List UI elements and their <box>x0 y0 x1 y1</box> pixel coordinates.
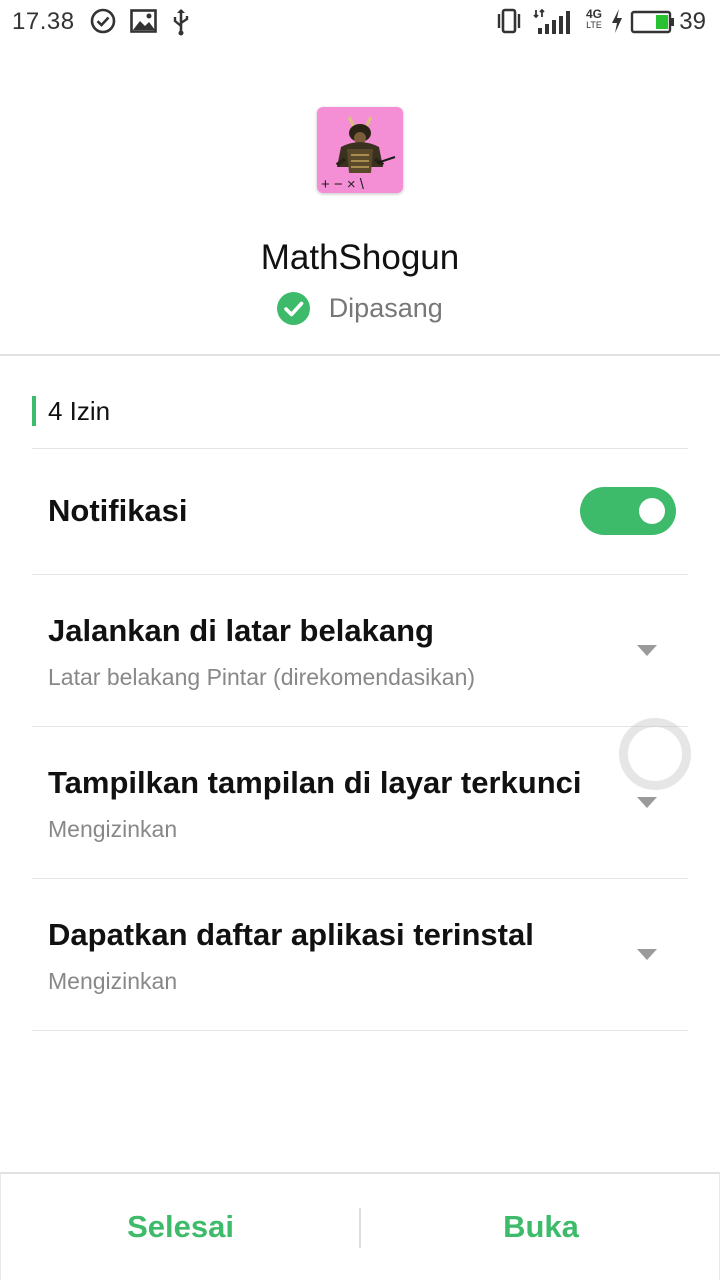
header-divider <box>0 354 720 356</box>
vibrate-icon <box>496 8 522 39</box>
notifications-toggle[interactable] <box>580 487 676 535</box>
permissions-count: 4 Izin <box>48 396 111 426</box>
touch-indicator <box>619 718 691 790</box>
check-circle-icon <box>277 292 311 325</box>
open-button[interactable]: Buka <box>361 1174 720 1280</box>
status-bar: 17.38 4G LTE 39 <box>0 0 720 44</box>
svg-text:+ − × \: + − × \ <box>321 176 365 193</box>
battery-level: 39 <box>679 8 706 35</box>
bottom-action-bar: Selesai Buka <box>0 1172 720 1280</box>
dropdown-arrow-icon[interactable] <box>637 645 657 656</box>
divider <box>32 1030 688 1031</box>
permission-title: Jalankan di latar belakang <box>48 613 434 648</box>
done-button[interactable]: Selesai <box>1 1174 360 1280</box>
permission-value: Mengizinkan <box>48 816 178 842</box>
check-circle-icon <box>90 8 116 39</box>
battery-icon <box>630 10 676 39</box>
dropdown-arrow-icon[interactable] <box>637 797 657 808</box>
usb-icon <box>172 8 190 41</box>
image-icon <box>130 8 157 39</box>
divider <box>32 878 688 879</box>
app-icon: + − × \ <box>317 107 403 193</box>
permission-title: Dapatkan daftar aplikasi terinstal <box>48 917 534 952</box>
divider <box>32 448 688 449</box>
permission-title: Notifikasi <box>48 493 188 528</box>
permission-value: Latar belakang Pintar (direkomendasikan) <box>48 664 476 690</box>
section-indicator <box>32 396 36 426</box>
install-status: Dipasang <box>0 292 720 332</box>
dropdown-arrow-icon[interactable] <box>637 949 657 960</box>
permission-title: Tampilkan tampilan di layar terkunci <box>48 765 582 800</box>
app-name: MathShogun <box>260 238 460 277</box>
network-4g-lte-icon: 4G LTE <box>585 7 602 30</box>
signal-icon <box>532 8 576 41</box>
install-status-text: Dipasang <box>328 293 443 323</box>
permission-value: Mengizinkan <box>48 968 178 994</box>
charging-icon <box>610 8 624 39</box>
toggle-knob <box>639 498 665 524</box>
status-time: 17.38 <box>12 8 75 35</box>
divider <box>32 574 688 575</box>
divider <box>32 726 688 727</box>
